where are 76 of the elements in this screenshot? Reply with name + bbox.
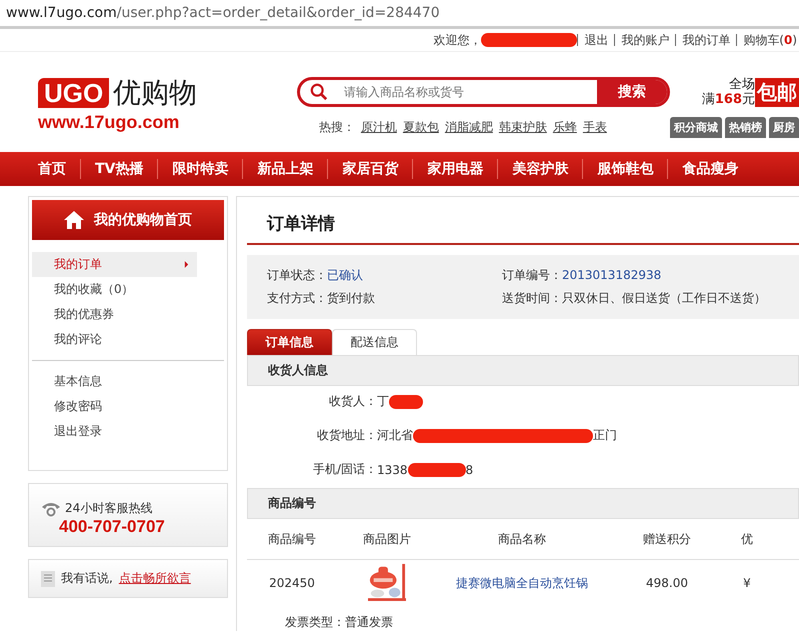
nav-item[interactable]: 限时特卖 [158, 160, 242, 178]
hotline-number: 400-707-0707 [59, 517, 166, 537]
sidebar-item[interactable]: 我的优惠券 [32, 302, 197, 327]
keyword-link[interactable]: 原汁机 [360, 119, 397, 136]
nav-item[interactable]: 食品瘦身 [668, 160, 752, 178]
hot-search-label: 热搜： [318, 119, 355, 136]
feedback-link[interactable]: 点击畅所欲言 [118, 570, 191, 587]
section-header: 收货人信息 [247, 355, 799, 386]
column-header: 优 [741, 530, 753, 548]
field-value: 2013013182938 [562, 268, 662, 282]
keyword-link[interactable]: 夏款包 [402, 119, 439, 136]
page-title: 订单详情 [247, 198, 799, 245]
field-value: 普通发票 [345, 615, 393, 629]
account-link[interactable]: 退出 [577, 34, 614, 46]
field-value: 只双休日、假日送货（工作日不送货） [562, 291, 766, 305]
nav-item[interactable]: 美容护肤 [498, 160, 582, 178]
table-cell: 498.00 [646, 576, 688, 590]
keyword-link[interactable]: 乐蜂 [552, 119, 577, 136]
nav-item[interactable]: 新品上架 [243, 160, 328, 178]
field-value: 货到付款 [327, 291, 375, 305]
sidebar-item[interactable]: 基本信息 [32, 369, 197, 394]
field-value: 正门 [593, 427, 617, 444]
nav-item[interactable]: 家用电器 [413, 160, 498, 178]
column-header: 商品名称 [498, 530, 546, 548]
field-label: 订单状态： [267, 268, 327, 282]
notepad-icon [41, 570, 55, 586]
nav-item[interactable]: 家居百货 [328, 160, 412, 178]
sidebar-item[interactable]: 我的评论 [32, 327, 197, 352]
field-value: 丁 [377, 393, 389, 410]
keyword-link[interactable]: 韩束护肤 [498, 119, 547, 136]
field-value: 河北省 [377, 427, 413, 444]
field-label: 手机/固话： [312, 461, 377, 478]
field-value: 8 [466, 462, 474, 476]
account-link[interactable]: 我的账户 [614, 34, 676, 46]
phone-icon [41, 500, 61, 516]
chevron-icon [184, 261, 189, 268]
column-header: 赠送积分 [643, 530, 691, 548]
table-cell: ¥ [743, 576, 751, 590]
home-icon [64, 211, 84, 229]
field-label: 收货地址： [316, 427, 377, 444]
search-field[interactable]: 请输入商品名称或货号 搜索 [296, 77, 670, 107]
field-label: 发票类型： [285, 615, 345, 629]
column-header: 商品编号 [268, 530, 316, 548]
product-link[interactable]: 捷赛微电脑全自动烹饪锅 [456, 574, 588, 592]
field-label: 收货人： [328, 393, 377, 410]
hotline-label: 24小时客服热线 [65, 500, 152, 517]
header-tab[interactable]: 厨房 [769, 117, 799, 138]
sidebar-item[interactable]: 我的订单 [32, 252, 197, 277]
field-value: 1338 [377, 462, 408, 476]
cart-link[interactable]: 购物车(0) [736, 34, 797, 46]
feedback-text: 我有话说, [61, 570, 113, 587]
keyword-link[interactable]: 消脂减肥 [444, 119, 493, 136]
url-text: www.l7ugo.com/user.php?act=order_detail&order_id=284470 [6, 5, 440, 21]
nav-item[interactable]: 首页 [24, 160, 80, 178]
nav-item[interactable]: 服饰鞋包 [583, 160, 668, 178]
header-tab[interactable]: 热销榜 [725, 117, 766, 138]
header-tab[interactable]: 积分商城 [670, 117, 722, 138]
field-label: 送货时间： [502, 291, 562, 305]
field-label: 支付方式： [267, 291, 327, 305]
sidebar-item[interactable]: 我的收藏（0） [32, 277, 197, 302]
keyword-link[interactable]: 手表 [582, 119, 607, 136]
logo[interactable]: UGO 优购物 www.17ugo.com [38, 74, 257, 133]
section-header: 商品编号 [247, 488, 799, 519]
field-label: 订单编号： [502, 268, 562, 282]
sidebar-item[interactable]: 修改密码 [32, 394, 197, 419]
nav-item[interactable]: TV热播 [81, 160, 158, 178]
tab[interactable]: 订单信息 [247, 329, 332, 355]
sidebar-header[interactable]: 我的优购物首页 [32, 200, 224, 240]
welcome-text: 欢迎您， [433, 32, 482, 48]
column-header: 商品图片 [363, 530, 411, 548]
account-link[interactable]: 我的订单 [675, 34, 736, 46]
field-value: 已确认 [327, 268, 363, 282]
table-cell: 202450 [269, 576, 315, 590]
sidebar-item[interactable]: 退出登录 [32, 419, 197, 444]
search-icon [310, 83, 328, 101]
search-button[interactable]: 搜索 [597, 80, 667, 104]
